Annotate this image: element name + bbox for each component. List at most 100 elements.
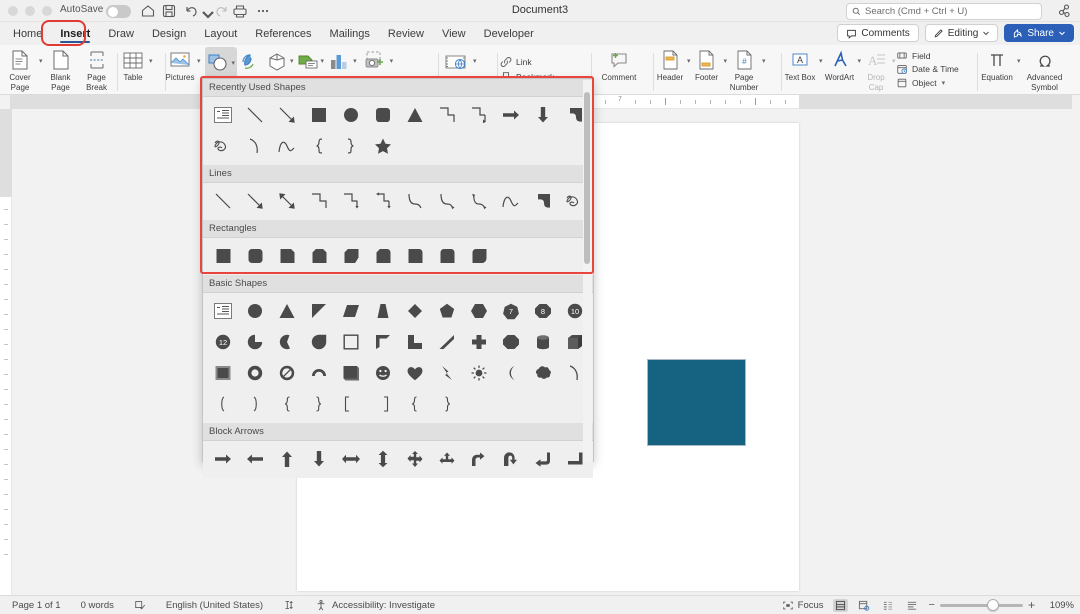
curve-shape[interactable] bbox=[495, 185, 527, 216]
editing-mode-button[interactable]: Editing bbox=[924, 24, 999, 42]
flyout-scrollbar[interactable] bbox=[583, 80, 592, 462]
equation-button[interactable]: Equation ▾ bbox=[978, 45, 1021, 82]
frame-shape[interactable] bbox=[335, 326, 367, 357]
icons-button[interactable] bbox=[237, 45, 263, 74]
trapezoid-shape[interactable] bbox=[367, 295, 399, 326]
left-right-arrow-shape[interactable] bbox=[335, 443, 367, 474]
dodecagon-shape[interactable]: 12 bbox=[207, 326, 239, 357]
tab-home[interactable]: Home bbox=[4, 22, 51, 45]
text-box-shape[interactable] bbox=[207, 99, 239, 130]
search-input[interactable]: Search (Cmd + Ctrl + U) bbox=[846, 3, 1042, 20]
double-brace-right-shape[interactable] bbox=[431, 388, 463, 419]
up-down-arrow-shape[interactable] bbox=[367, 443, 399, 474]
line-arrow-shape[interactable] bbox=[271, 99, 303, 130]
double-brace-shape[interactable] bbox=[399, 388, 431, 419]
chevron-down-icon[interactable]: ▾ bbox=[353, 57, 357, 65]
oval-shape[interactable] bbox=[335, 99, 367, 130]
isosceles-triangle-shape[interactable] bbox=[399, 99, 431, 130]
tab-view[interactable]: View bbox=[433, 22, 475, 45]
quad-arrow-shape[interactable] bbox=[399, 443, 431, 474]
advanced-symbol-button[interactable]: Advanced Symbol bbox=[1021, 45, 1069, 92]
freeform-shape[interactable] bbox=[527, 185, 559, 216]
accessibility-status[interactable]: Accessibility: Investigate bbox=[305, 599, 445, 611]
smartart-button[interactable]: ▾ bbox=[296, 45, 325, 74]
right-brace-shape[interactable] bbox=[303, 388, 335, 419]
zoom-knob[interactable] bbox=[986, 599, 999, 611]
u-turn-arrow-shape[interactable] bbox=[495, 443, 527, 474]
left-brace-shape[interactable] bbox=[271, 388, 303, 419]
curved-double-arrow-connector-shape[interactable] bbox=[463, 185, 495, 216]
3d-model-button[interactable]: ▾ bbox=[265, 45, 294, 74]
rectangle-shape[interactable] bbox=[207, 240, 239, 271]
smiley-face-shape[interactable] bbox=[367, 357, 399, 388]
no-symbol-shape[interactable] bbox=[271, 357, 303, 388]
cube-shape[interactable] bbox=[495, 326, 527, 357]
pentagon-shape[interactable] bbox=[431, 295, 463, 326]
left-right-up-arrow-shape[interactable] bbox=[431, 443, 463, 474]
shapes-gallery-flyout[interactable]: Recently Used Shapes Lines Rectangles Ba… bbox=[202, 78, 594, 478]
object-button[interactable]: Object ▾ bbox=[896, 77, 945, 89]
arc-shape[interactable] bbox=[239, 130, 271, 161]
down-arrow-shape[interactable] bbox=[527, 99, 559, 130]
shapes-button[interactable]: ▾ bbox=[204, 47, 238, 79]
footer-button[interactable]: Footer ▾ bbox=[691, 45, 727, 82]
double-bracket-shape[interactable] bbox=[335, 388, 367, 419]
bent-arrow-shape[interactable] bbox=[463, 443, 495, 474]
left-brace-shape[interactable] bbox=[303, 130, 335, 161]
cube-solid-shape[interactable] bbox=[335, 357, 367, 388]
tab-design[interactable]: Design bbox=[143, 22, 195, 45]
line-double-arrow-shape[interactable] bbox=[271, 185, 303, 216]
rectangle-shape[interactable] bbox=[303, 99, 335, 130]
zoom-slider[interactable]: − + bbox=[929, 598, 1035, 612]
screenshot-button[interactable]: ▾ bbox=[361, 45, 393, 73]
drop-cap-button[interactable]: A Drop Cap ▾ bbox=[861, 45, 895, 92]
pie-shape[interactable] bbox=[239, 326, 271, 357]
hexagon-shape[interactable] bbox=[463, 295, 495, 326]
elbow-arrow-connector-shape[interactable] bbox=[335, 185, 367, 216]
language-indicator[interactable]: English (United States) bbox=[156, 600, 273, 611]
chevron-down-icon[interactable]: ▾ bbox=[149, 57, 153, 65]
chord-shape[interactable] bbox=[271, 326, 303, 357]
heart-shape[interactable] bbox=[399, 357, 431, 388]
round-diagonal-corner-shape[interactable] bbox=[463, 240, 495, 271]
chevron-down-icon[interactable]: ▾ bbox=[942, 79, 946, 87]
header-button[interactable]: Header ▾ bbox=[654, 45, 691, 82]
word-count[interactable]: 0 words bbox=[71, 600, 124, 611]
snip-and-round-corner-shape[interactable] bbox=[367, 240, 399, 271]
page-indicator[interactable]: Page 1 of 1 bbox=[0, 600, 71, 611]
oval-shape[interactable] bbox=[239, 295, 271, 326]
left-arrow-shape[interactable] bbox=[239, 443, 271, 474]
tab-mailings[interactable]: Mailings bbox=[321, 22, 379, 45]
focus-button[interactable]: Focus bbox=[782, 600, 824, 611]
chevron-down-icon[interactable]: ▾ bbox=[321, 57, 325, 65]
heptagon-shape[interactable]: 7 bbox=[495, 295, 527, 326]
isosceles-triangle-shape[interactable] bbox=[271, 295, 303, 326]
elbow-arrow-connector-shape[interactable] bbox=[463, 99, 495, 130]
round-single-corner-shape[interactable] bbox=[399, 240, 431, 271]
comments-button[interactable]: Comments bbox=[837, 24, 919, 42]
chart-button[interactable]: ▾ bbox=[326, 45, 357, 74]
elbow-double-arrow-connector-shape[interactable] bbox=[367, 185, 399, 216]
wordart-button[interactable]: WordArt ▾ bbox=[823, 45, 861, 82]
snip-single-corner-shape[interactable] bbox=[271, 240, 303, 271]
cloud-shape[interactable] bbox=[527, 357, 559, 388]
snip-same-side-corner-shape[interactable] bbox=[303, 240, 335, 271]
line-shape[interactable] bbox=[207, 185, 239, 216]
tab-layout[interactable]: Layout bbox=[195, 22, 246, 45]
link-button[interactable]: Link bbox=[500, 56, 532, 68]
sun-shape[interactable] bbox=[463, 357, 495, 388]
half-frame-shape[interactable] bbox=[367, 326, 399, 357]
left-up-arrow-shape[interactable] bbox=[527, 443, 559, 474]
text-box-shape[interactable] bbox=[207, 295, 239, 326]
draft-view-button[interactable] bbox=[905, 599, 920, 612]
parallelogram-shape[interactable] bbox=[335, 295, 367, 326]
down-arrow-shape[interactable] bbox=[303, 443, 335, 474]
track-changes-indicator[interactable] bbox=[273, 599, 305, 611]
tab-draw[interactable]: Draw bbox=[99, 22, 143, 45]
zoom-track[interactable] bbox=[939, 599, 1023, 611]
flyout-scrollbar-thumb[interactable] bbox=[584, 92, 590, 264]
donut-shape[interactable] bbox=[239, 357, 271, 388]
collaborators-icon[interactable] bbox=[1056, 3, 1072, 19]
rounded-rectangle-shape[interactable] bbox=[239, 240, 271, 271]
line-arrow-shape[interactable] bbox=[239, 185, 271, 216]
